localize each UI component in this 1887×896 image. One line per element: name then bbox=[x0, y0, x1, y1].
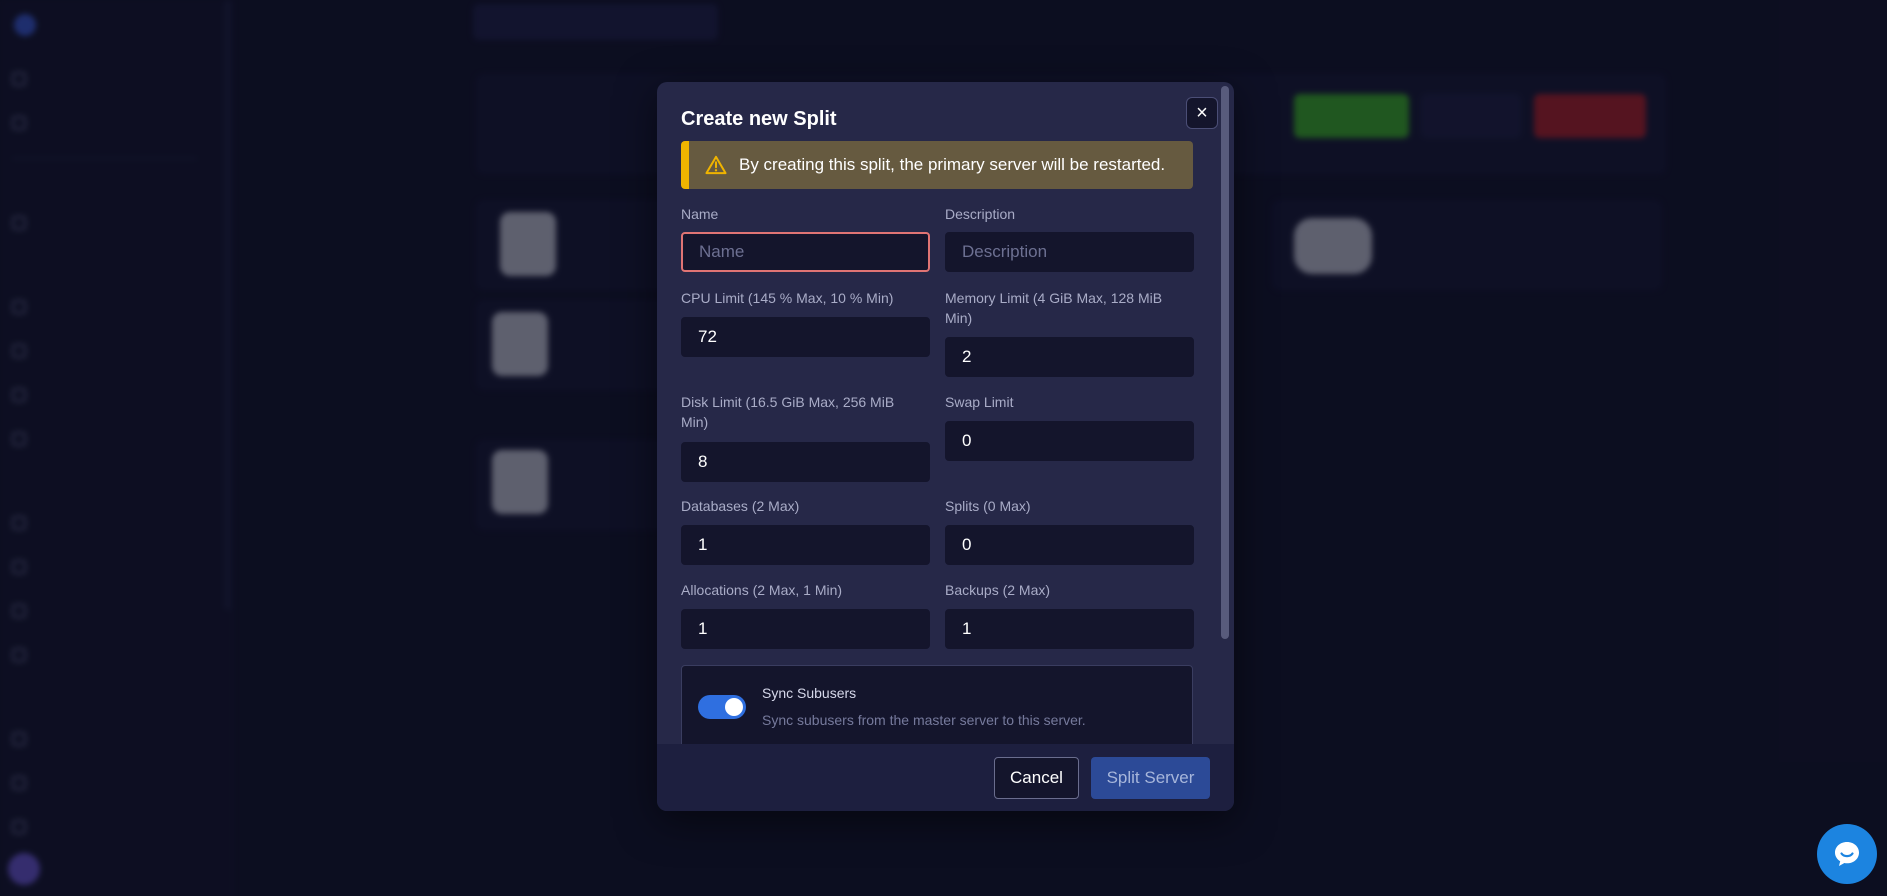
cpu-limit-input[interactable] bbox=[681, 317, 930, 357]
memory-limit-input[interactable] bbox=[945, 337, 1194, 377]
databases-input[interactable] bbox=[681, 525, 930, 565]
disk-limit-input[interactable] bbox=[681, 442, 930, 482]
sync-subusers-description: Sync subusers from the master server to … bbox=[762, 712, 1086, 728]
sync-subusers-section: Sync Subusers Sync subusers from the mas… bbox=[681, 665, 1193, 755]
swap-limit-input[interactable] bbox=[945, 421, 1194, 461]
chat-launcher-button[interactable] bbox=[1817, 824, 1877, 884]
backups-label: Backups (2 Max) bbox=[945, 582, 1051, 598]
toggle-knob bbox=[725, 698, 743, 716]
description-label: Description bbox=[945, 206, 1016, 222]
swap-limit-label: Swap Limit bbox=[945, 394, 1014, 410]
warning-triangle-icon bbox=[705, 155, 727, 175]
backups-input[interactable] bbox=[945, 609, 1194, 649]
splits-label: Splits (0 Max) bbox=[945, 498, 1031, 514]
name-input[interactable] bbox=[681, 232, 930, 272]
databases-label: Databases (2 Max) bbox=[681, 498, 800, 514]
modal-title: Create new Split bbox=[681, 108, 837, 130]
chat-bubble-icon bbox=[1835, 842, 1859, 866]
name-label: Name bbox=[681, 206, 719, 222]
split-server-button[interactable]: Split Server bbox=[1091, 757, 1210, 799]
close-icon: × bbox=[1196, 101, 1208, 124]
close-button[interactable]: × bbox=[1186, 97, 1218, 129]
restart-warning-alert: By creating this split, the primary serv… bbox=[681, 141, 1193, 189]
sync-subusers-toggle[interactable] bbox=[698, 695, 746, 719]
allocations-input[interactable] bbox=[681, 609, 930, 649]
description-input[interactable] bbox=[945, 232, 1194, 272]
memory-limit-label: Memory Limit (4 GiB Max, 128 MiB Min) bbox=[945, 290, 1163, 326]
modal-scrollbar[interactable] bbox=[1221, 86, 1229, 639]
alert-text: By creating this split, the primary serv… bbox=[739, 155, 1166, 174]
disk-limit-label: Disk Limit (16.5 GiB Max, 256 MiB Min) bbox=[681, 394, 895, 430]
allocations-label: Allocations (2 Max, 1 Min) bbox=[681, 582, 843, 598]
create-split-modal: Create new Split × By creating this spli… bbox=[657, 82, 1234, 811]
splits-input[interactable] bbox=[945, 525, 1194, 565]
cpu-limit-label: CPU Limit (145 % Max, 10 % Min) bbox=[681, 290, 894, 306]
sync-subusers-title: Sync Subusers bbox=[762, 685, 857, 701]
cancel-button[interactable]: Cancel bbox=[994, 757, 1079, 799]
